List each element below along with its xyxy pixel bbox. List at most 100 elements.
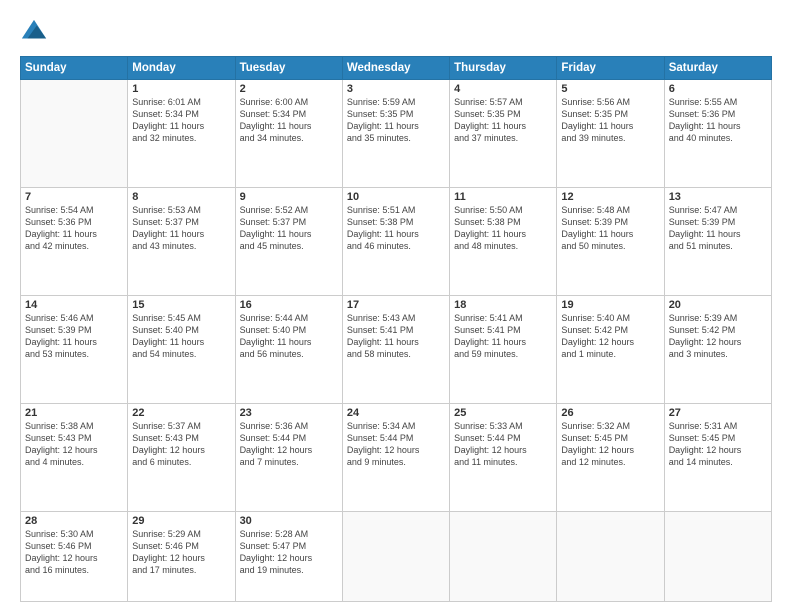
day-info: Sunrise: 5:53 AMSunset: 5:37 PMDaylight:… xyxy=(132,204,230,253)
day-info: Sunrise: 5:32 AMSunset: 5:45 PMDaylight:… xyxy=(561,420,659,469)
calendar-cell: 24Sunrise: 5:34 AMSunset: 5:44 PMDayligh… xyxy=(342,403,449,511)
calendar-cell: 7Sunrise: 5:54 AMSunset: 5:36 PMDaylight… xyxy=(21,187,128,295)
calendar-cell: 25Sunrise: 5:33 AMSunset: 5:44 PMDayligh… xyxy=(450,403,557,511)
header xyxy=(20,18,772,46)
day-number: 18 xyxy=(454,299,552,311)
day-info: Sunrise: 5:51 AMSunset: 5:38 PMDaylight:… xyxy=(347,204,445,253)
day-info: Sunrise: 5:57 AMSunset: 5:35 PMDaylight:… xyxy=(454,96,552,145)
calendar-week-row: 28Sunrise: 5:30 AMSunset: 5:46 PMDayligh… xyxy=(21,511,772,601)
day-number: 25 xyxy=(454,407,552,419)
day-info: Sunrise: 5:38 AMSunset: 5:43 PMDaylight:… xyxy=(25,420,123,469)
day-info: Sunrise: 5:28 AMSunset: 5:47 PMDaylight:… xyxy=(240,528,338,577)
calendar-cell: 29Sunrise: 5:29 AMSunset: 5:46 PMDayligh… xyxy=(128,511,235,601)
day-number: 4 xyxy=(454,83,552,95)
day-number: 9 xyxy=(240,191,338,203)
day-info: Sunrise: 5:55 AMSunset: 5:36 PMDaylight:… xyxy=(669,96,767,145)
day-info: Sunrise: 5:52 AMSunset: 5:37 PMDaylight:… xyxy=(240,204,338,253)
calendar-cell: 26Sunrise: 5:32 AMSunset: 5:45 PMDayligh… xyxy=(557,403,664,511)
day-number: 12 xyxy=(561,191,659,203)
day-number: 14 xyxy=(25,299,123,311)
weekday-header-tuesday: Tuesday xyxy=(235,57,342,80)
day-number: 10 xyxy=(347,191,445,203)
day-number: 28 xyxy=(25,515,123,527)
calendar-cell: 27Sunrise: 5:31 AMSunset: 5:45 PMDayligh… xyxy=(664,403,771,511)
calendar-cell xyxy=(342,511,449,601)
day-number: 19 xyxy=(561,299,659,311)
day-info: Sunrise: 5:50 AMSunset: 5:38 PMDaylight:… xyxy=(454,204,552,253)
day-info: Sunrise: 5:36 AMSunset: 5:44 PMDaylight:… xyxy=(240,420,338,469)
calendar-cell: 21Sunrise: 5:38 AMSunset: 5:43 PMDayligh… xyxy=(21,403,128,511)
day-info: Sunrise: 5:31 AMSunset: 5:45 PMDaylight:… xyxy=(669,420,767,469)
day-info: Sunrise: 5:34 AMSunset: 5:44 PMDaylight:… xyxy=(347,420,445,469)
weekday-header-thursday: Thursday xyxy=(450,57,557,80)
calendar-cell: 5Sunrise: 5:56 AMSunset: 5:35 PMDaylight… xyxy=(557,80,664,188)
day-info: Sunrise: 5:39 AMSunset: 5:42 PMDaylight:… xyxy=(669,312,767,361)
weekday-header-wednesday: Wednesday xyxy=(342,57,449,80)
day-number: 23 xyxy=(240,407,338,419)
day-number: 22 xyxy=(132,407,230,419)
page: SundayMondayTuesdayWednesdayThursdayFrid… xyxy=(0,0,792,612)
day-info: Sunrise: 5:33 AMSunset: 5:44 PMDaylight:… xyxy=(454,420,552,469)
calendar-cell: 1Sunrise: 6:01 AMSunset: 5:34 PMDaylight… xyxy=(128,80,235,188)
day-info: Sunrise: 5:56 AMSunset: 5:35 PMDaylight:… xyxy=(561,96,659,145)
calendar-cell xyxy=(21,80,128,188)
calendar-cell: 11Sunrise: 5:50 AMSunset: 5:38 PMDayligh… xyxy=(450,187,557,295)
day-number: 30 xyxy=(240,515,338,527)
day-info: Sunrise: 5:47 AMSunset: 5:39 PMDaylight:… xyxy=(669,204,767,253)
day-number: 3 xyxy=(347,83,445,95)
day-number: 27 xyxy=(669,407,767,419)
day-info: Sunrise: 5:46 AMSunset: 5:39 PMDaylight:… xyxy=(25,312,123,361)
calendar-cell: 17Sunrise: 5:43 AMSunset: 5:41 PMDayligh… xyxy=(342,295,449,403)
calendar-cell: 10Sunrise: 5:51 AMSunset: 5:38 PMDayligh… xyxy=(342,187,449,295)
logo-icon xyxy=(20,18,48,46)
day-number: 11 xyxy=(454,191,552,203)
day-number: 6 xyxy=(669,83,767,95)
calendar-cell: 22Sunrise: 5:37 AMSunset: 5:43 PMDayligh… xyxy=(128,403,235,511)
day-info: Sunrise: 5:59 AMSunset: 5:35 PMDaylight:… xyxy=(347,96,445,145)
day-info: Sunrise: 5:41 AMSunset: 5:41 PMDaylight:… xyxy=(454,312,552,361)
calendar-cell: 15Sunrise: 5:45 AMSunset: 5:40 PMDayligh… xyxy=(128,295,235,403)
calendar-week-row: 7Sunrise: 5:54 AMSunset: 5:36 PMDaylight… xyxy=(21,187,772,295)
calendar-cell: 12Sunrise: 5:48 AMSunset: 5:39 PMDayligh… xyxy=(557,187,664,295)
calendar-cell: 6Sunrise: 5:55 AMSunset: 5:36 PMDaylight… xyxy=(664,80,771,188)
day-number: 5 xyxy=(561,83,659,95)
day-info: Sunrise: 6:01 AMSunset: 5:34 PMDaylight:… xyxy=(132,96,230,145)
weekday-header-saturday: Saturday xyxy=(664,57,771,80)
calendar-cell: 3Sunrise: 5:59 AMSunset: 5:35 PMDaylight… xyxy=(342,80,449,188)
day-number: 2 xyxy=(240,83,338,95)
calendar-cell: 19Sunrise: 5:40 AMSunset: 5:42 PMDayligh… xyxy=(557,295,664,403)
day-number: 17 xyxy=(347,299,445,311)
calendar-cell: 20Sunrise: 5:39 AMSunset: 5:42 PMDayligh… xyxy=(664,295,771,403)
calendar-header-row: SundayMondayTuesdayWednesdayThursdayFrid… xyxy=(21,57,772,80)
weekday-header-monday: Monday xyxy=(128,57,235,80)
day-number: 8 xyxy=(132,191,230,203)
calendar-cell xyxy=(557,511,664,601)
calendar-cell: 14Sunrise: 5:46 AMSunset: 5:39 PMDayligh… xyxy=(21,295,128,403)
calendar-cell: 30Sunrise: 5:28 AMSunset: 5:47 PMDayligh… xyxy=(235,511,342,601)
calendar-cell: 4Sunrise: 5:57 AMSunset: 5:35 PMDaylight… xyxy=(450,80,557,188)
calendar-week-row: 21Sunrise: 5:38 AMSunset: 5:43 PMDayligh… xyxy=(21,403,772,511)
calendar-cell: 13Sunrise: 5:47 AMSunset: 5:39 PMDayligh… xyxy=(664,187,771,295)
day-number: 15 xyxy=(132,299,230,311)
day-info: Sunrise: 5:44 AMSunset: 5:40 PMDaylight:… xyxy=(240,312,338,361)
day-number: 24 xyxy=(347,407,445,419)
calendar-cell: 8Sunrise: 5:53 AMSunset: 5:37 PMDaylight… xyxy=(128,187,235,295)
day-number: 20 xyxy=(669,299,767,311)
weekday-header-sunday: Sunday xyxy=(21,57,128,80)
day-info: Sunrise: 5:29 AMSunset: 5:46 PMDaylight:… xyxy=(132,528,230,577)
calendar-cell: 18Sunrise: 5:41 AMSunset: 5:41 PMDayligh… xyxy=(450,295,557,403)
day-number: 7 xyxy=(25,191,123,203)
calendar-cell: 23Sunrise: 5:36 AMSunset: 5:44 PMDayligh… xyxy=(235,403,342,511)
calendar-cell: 28Sunrise: 5:30 AMSunset: 5:46 PMDayligh… xyxy=(21,511,128,601)
day-info: Sunrise: 5:48 AMSunset: 5:39 PMDaylight:… xyxy=(561,204,659,253)
calendar-cell: 2Sunrise: 6:00 AMSunset: 5:34 PMDaylight… xyxy=(235,80,342,188)
day-number: 13 xyxy=(669,191,767,203)
day-number: 21 xyxy=(25,407,123,419)
day-number: 26 xyxy=(561,407,659,419)
weekday-header-friday: Friday xyxy=(557,57,664,80)
calendar-week-row: 14Sunrise: 5:46 AMSunset: 5:39 PMDayligh… xyxy=(21,295,772,403)
day-number: 29 xyxy=(132,515,230,527)
day-info: Sunrise: 5:54 AMSunset: 5:36 PMDaylight:… xyxy=(25,204,123,253)
day-info: Sunrise: 5:37 AMSunset: 5:43 PMDaylight:… xyxy=(132,420,230,469)
calendar-cell xyxy=(664,511,771,601)
